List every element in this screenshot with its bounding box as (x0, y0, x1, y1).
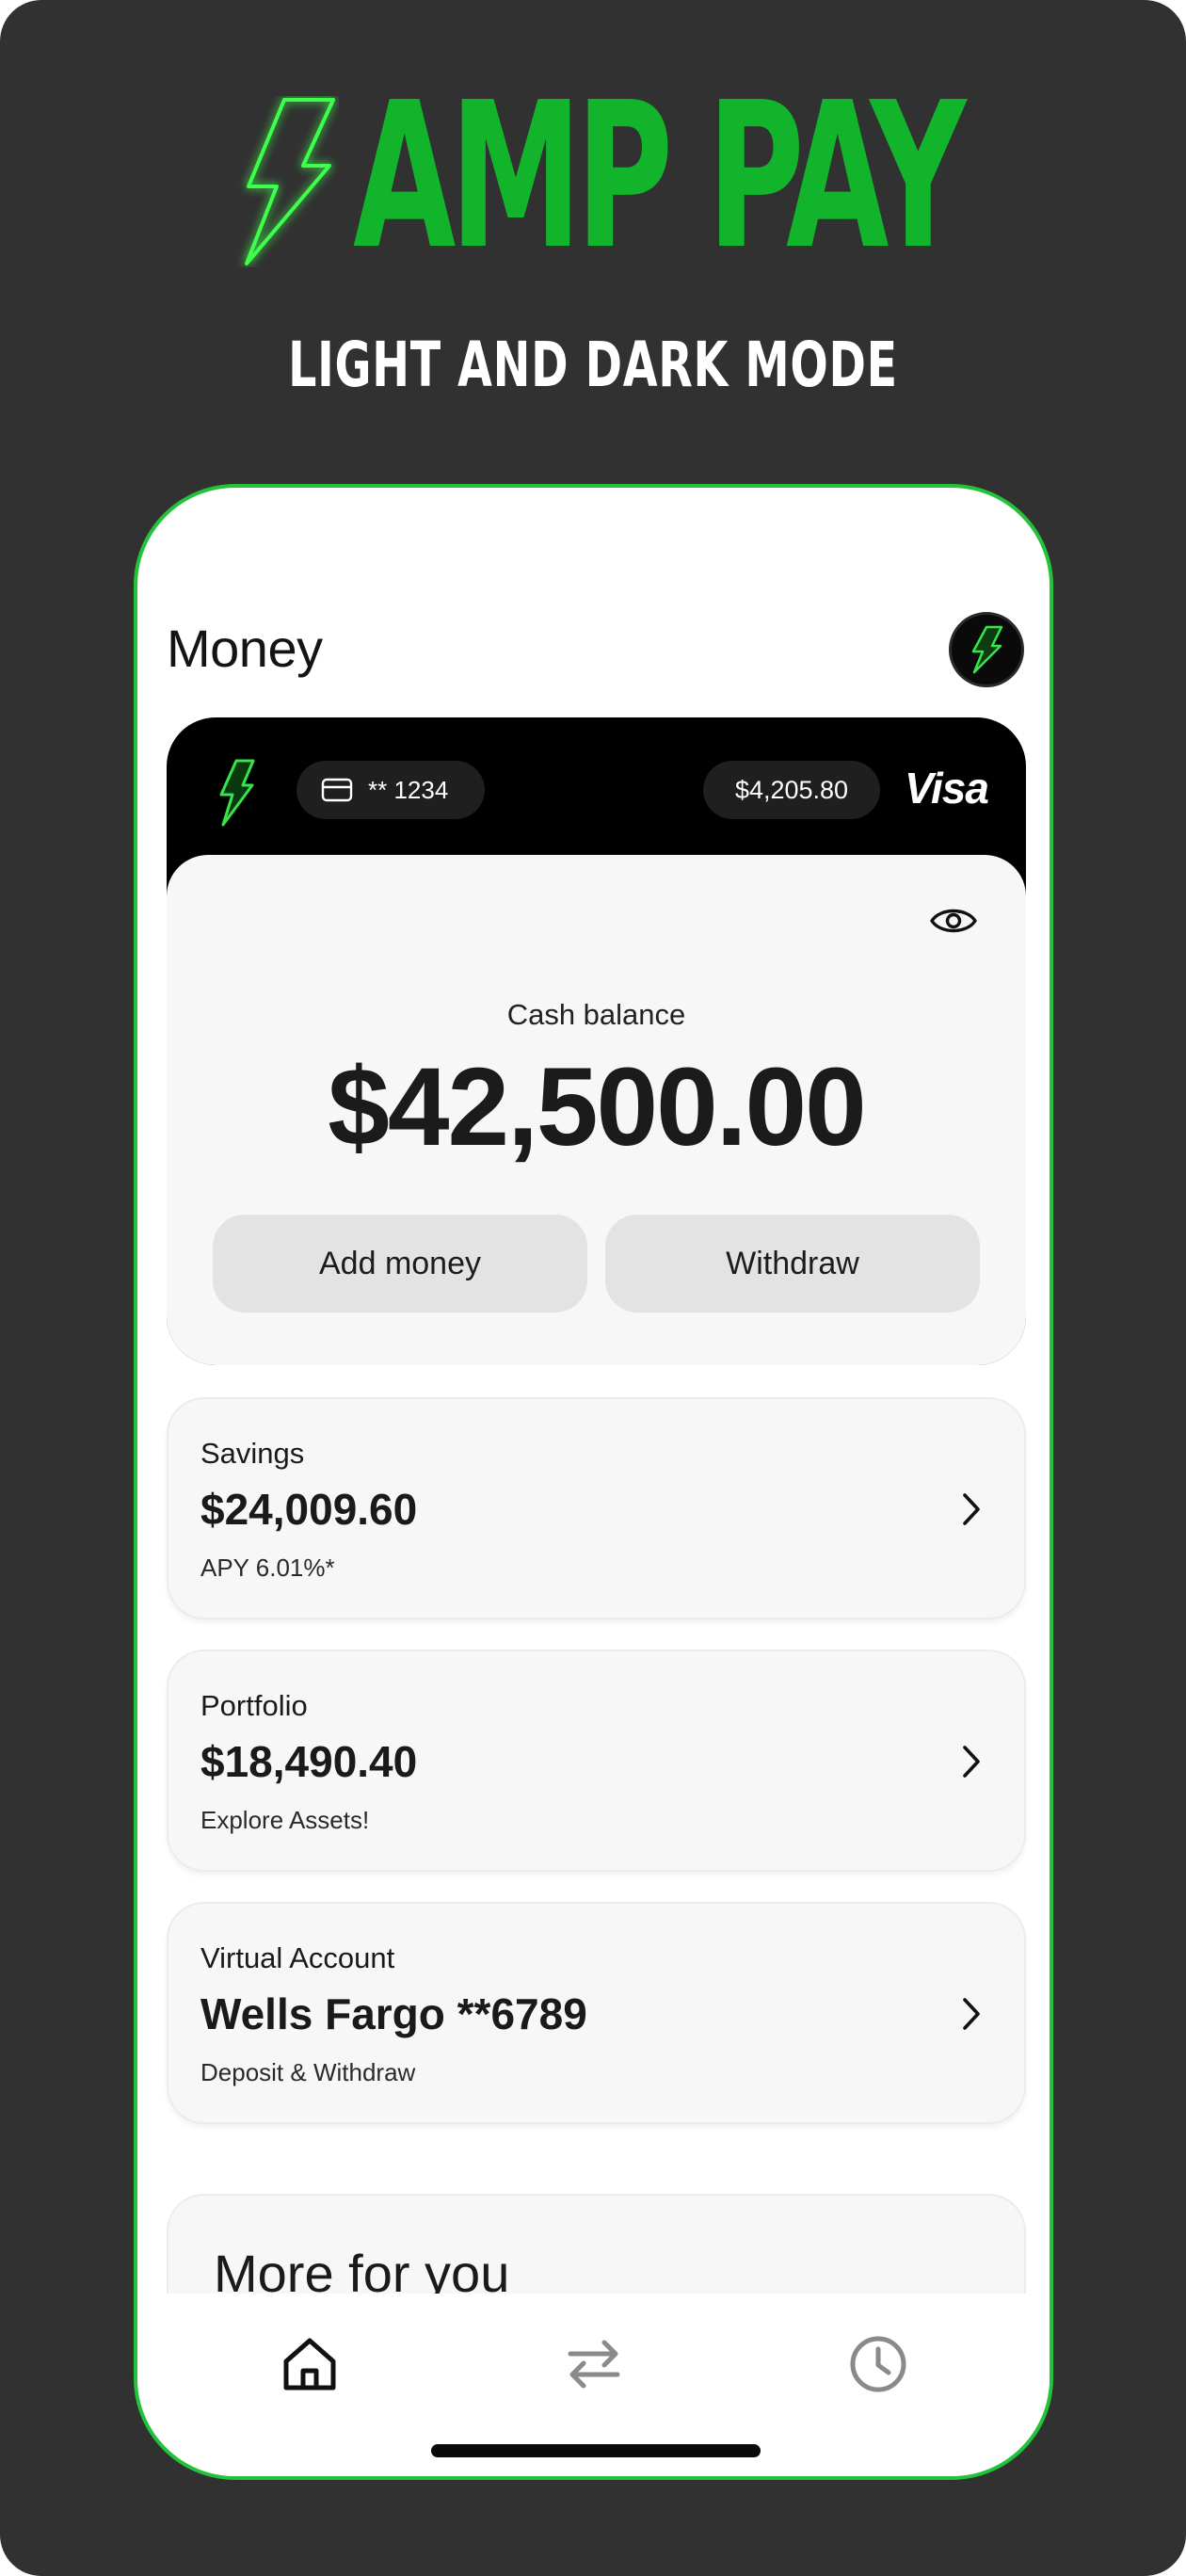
home-icon[interactable] (277, 2331, 343, 2397)
account-subtext: APY 6.01%* (200, 1554, 335, 1582)
card-balance-pill[interactable]: $4,205.80 (703, 761, 880, 819)
cash-balance-panel: Cash balance $42,500.00 Add money Withdr… (167, 855, 1026, 1365)
account-amount: $18,490.40 (200, 1737, 418, 1786)
card-section: ** 1234 $4,205.80 Visa Cash balance $42,… (167, 717, 1026, 1365)
withdraw-button[interactable]: Withdraw (605, 1215, 980, 1312)
virtual-account-card[interactable]: Virtual Account Wells Fargo **6789 Depos… (167, 1902, 1026, 2124)
card-network-logo: Visa (905, 764, 989, 813)
card-number: ** 1234 (368, 775, 449, 804)
portfolio-card[interactable]: Portfolio $18,490.40 Explore Assets! (167, 1650, 1026, 1872)
lightning-bolt-icon (219, 759, 255, 827)
bottom-nav (137, 2294, 1050, 2476)
transfer-icon[interactable] (561, 2331, 627, 2397)
account-subtext: Explore Assets! (200, 1806, 370, 1834)
profile-button[interactable] (949, 612, 1024, 687)
chevron-right-icon (963, 1998, 980, 2030)
account-amount: Wells Fargo **6789 (200, 1989, 587, 2038)
add-money-button[interactable]: Add money (213, 1215, 587, 1312)
account-label: Virtual Account (200, 1941, 395, 1974)
chevron-right-icon (963, 1493, 980, 1525)
app-title: AMP PAY (353, 59, 967, 294)
savings-card[interactable]: Savings $24,009.60 APY 6.01%* (167, 1397, 1026, 1619)
promo-frame: AMP PAY LIGHT AND DARK MODE Money ** 123… (0, 0, 1186, 2576)
card-number-pill[interactable]: ** 1234 (296, 761, 485, 819)
chevron-right-icon (963, 1746, 980, 1778)
account-amount: $24,009.60 (200, 1485, 418, 1534)
credit-card-icon (321, 778, 353, 802)
lightning-bolt-icon (245, 98, 335, 266)
account-subtext: Deposit & Withdraw (200, 2058, 416, 2086)
hero-subtitle: LIGHT AND DARK MODE (288, 329, 898, 401)
account-label: Portfolio (200, 1689, 308, 1722)
cash-balance-amount: $42,500.00 (328, 1045, 867, 1169)
eye-icon[interactable] (929, 904, 978, 938)
home-indicator (431, 2444, 761, 2457)
clock-icon[interactable] (845, 2331, 911, 2397)
cash-balance-label: Cash balance (506, 998, 686, 1031)
screen: Money ** 1234 $4,205.80 Visa Cash balanc… (137, 488, 1050, 2476)
account-label: Savings (200, 1437, 305, 1470)
lightning-bolt-icon (971, 625, 1003, 674)
page-title: Money (167, 619, 323, 678)
phone-mockup: Money ** 1234 $4,205.80 Visa Cash balanc… (134, 484, 1053, 2480)
